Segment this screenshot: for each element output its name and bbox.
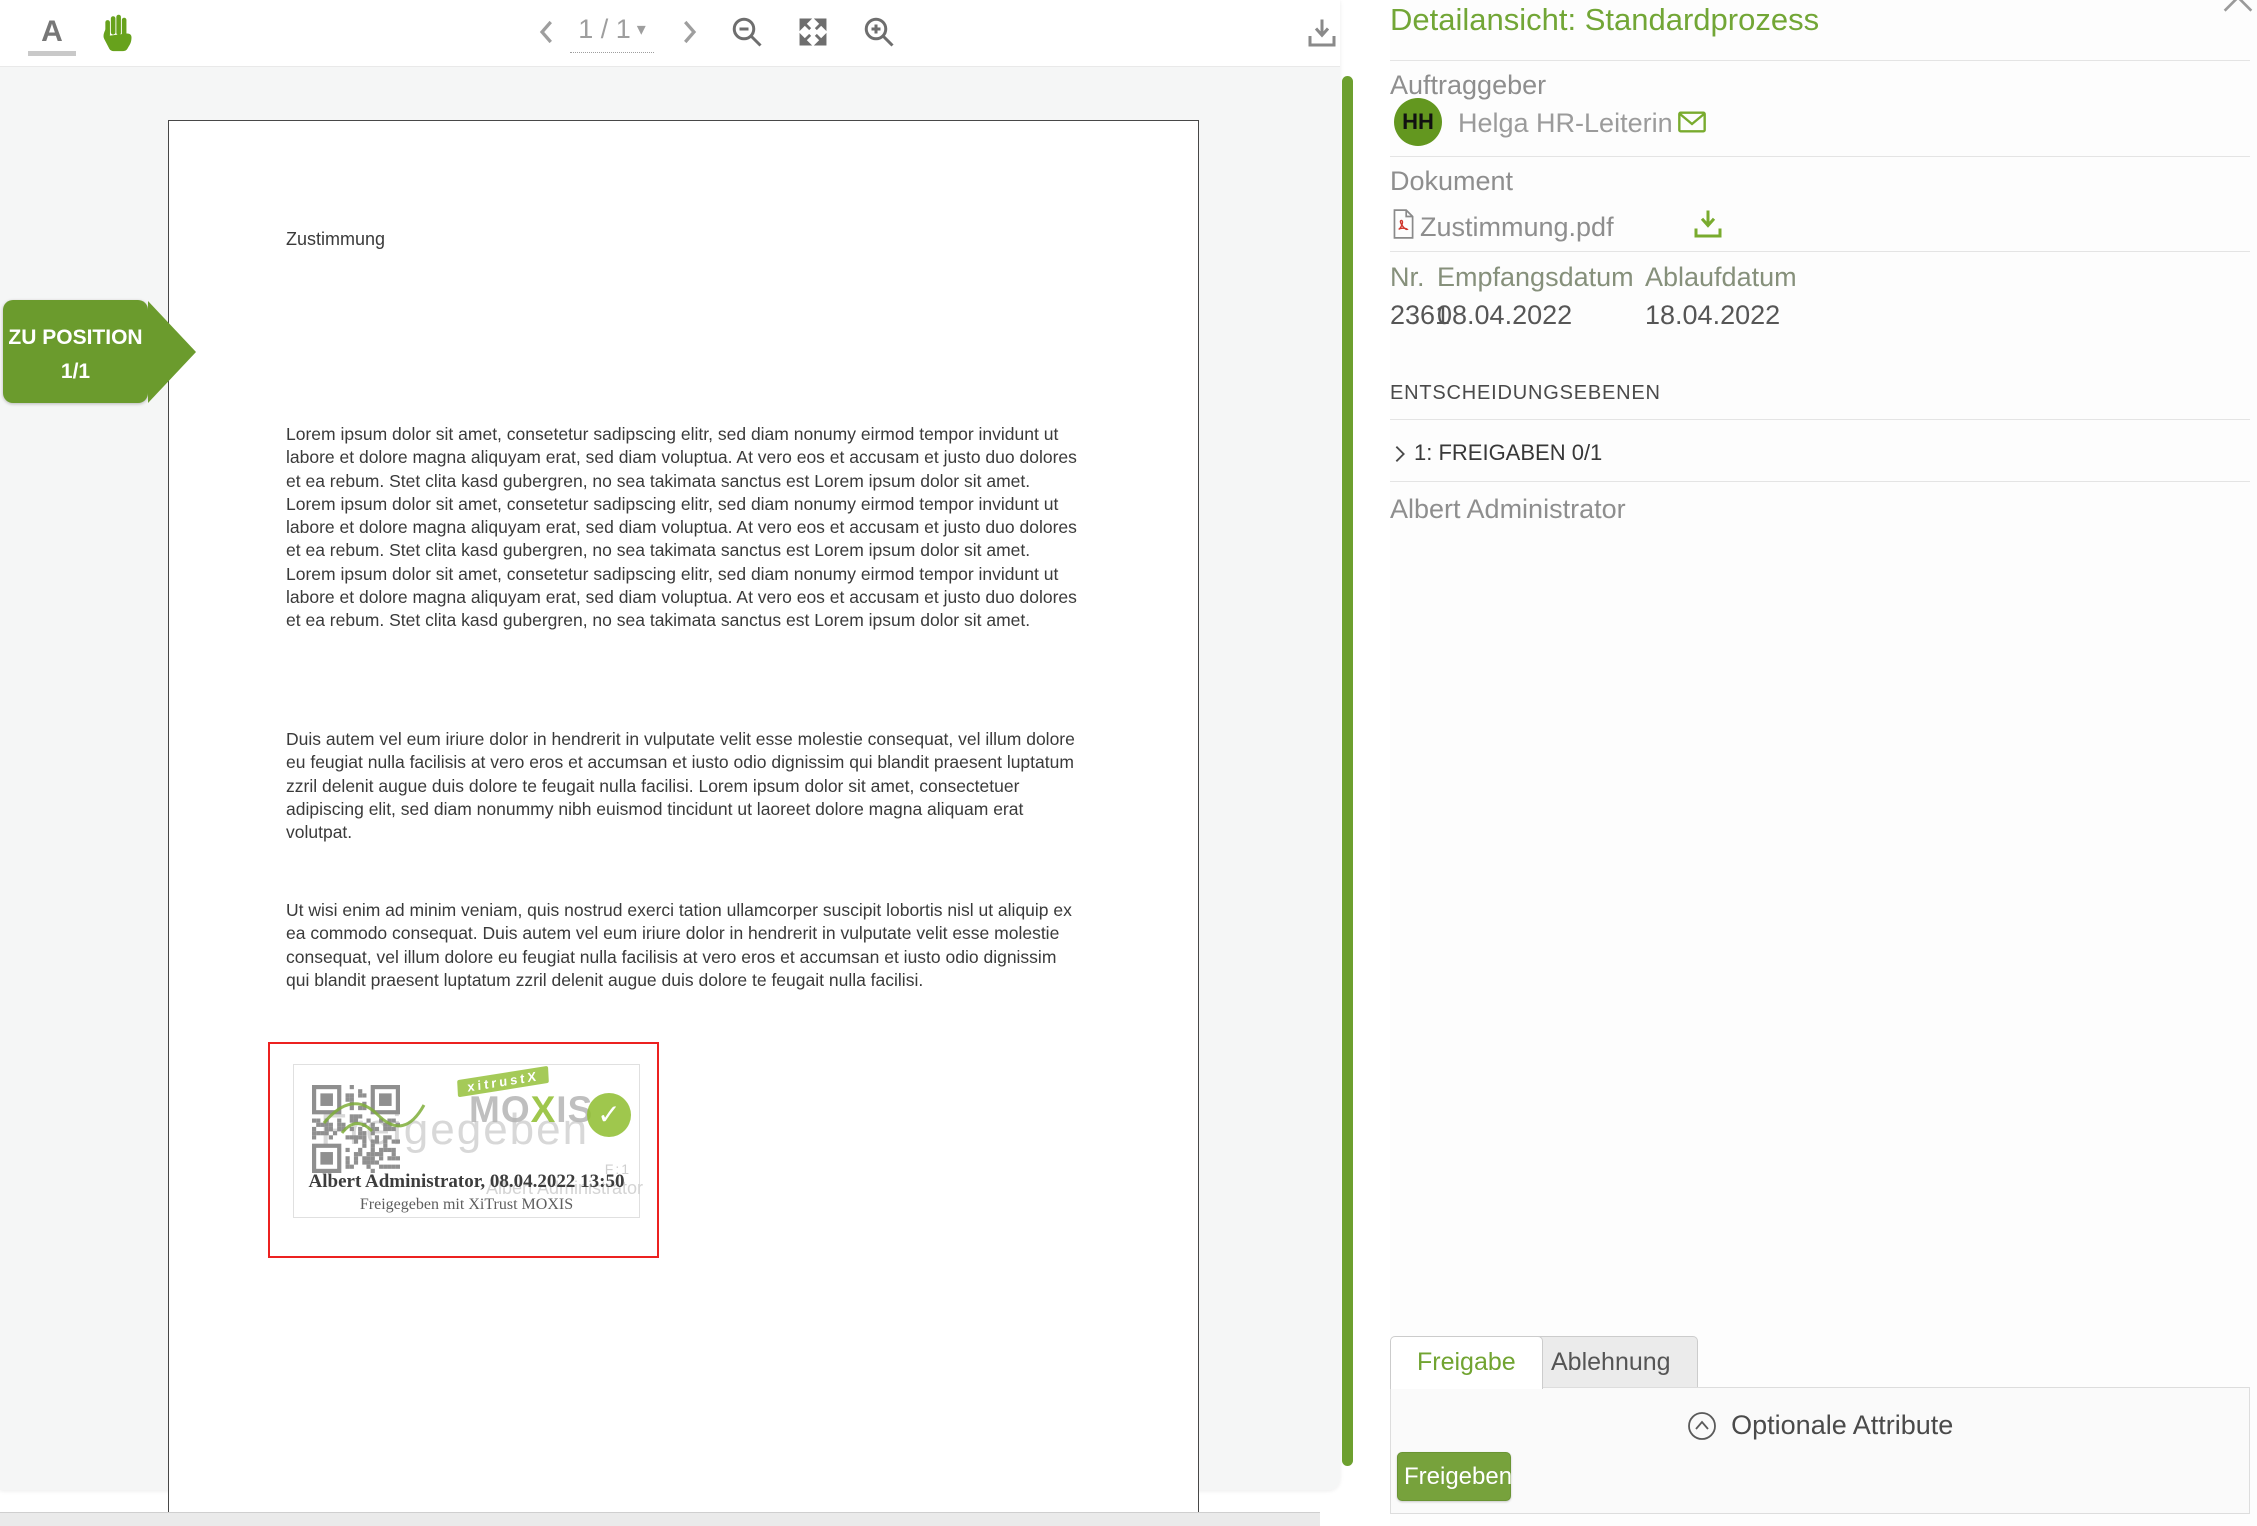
decision-level-label: 1: FREIGABEN 0/1: [1414, 440, 1602, 466]
download-document-icon[interactable]: [1302, 14, 1342, 54]
meta-value-received: 08.04.2022: [1437, 300, 1572, 331]
document-paragraph: Ut wisi enim ad minim veniam, quis nostr…: [286, 899, 1081, 992]
text-tool-button[interactable]: A: [28, 12, 76, 56]
email-icon[interactable]: [1676, 106, 1708, 138]
zoom-in-icon[interactable]: [860, 14, 898, 52]
divider: [1390, 481, 2250, 482]
signature-scribble-icon: [312, 1079, 432, 1159]
hand-pan-tool-icon[interactable]: [94, 8, 142, 58]
client-name: Helga HR-Leiterin: [1458, 108, 1673, 139]
go-to-position-badge[interactable]: ZU POSITION 1/1: [3, 300, 148, 403]
approve-button[interactable]: Freigeben: [1397, 1452, 1511, 1501]
fullscreen-icon[interactable]: [794, 14, 832, 52]
signature-position-box[interactable]: Freigegeben xitrustX MOXIS ✓ F:1 Albert …: [268, 1042, 659, 1258]
stamp-caption: Freigegeben mit XiTrust MOXIS: [294, 1196, 639, 1214]
document-viewer-panel: A 1 / 1 ▾: [0, 0, 1340, 1490]
meta-header-nr: Nr.: [1390, 262, 1425, 293]
detail-panel: Detailansicht: Standardprozess Auftragge…: [1390, 0, 2257, 1526]
document-title: Zustimmung: [286, 229, 385, 250]
page-indicator-dropdown[interactable]: 1 / 1 ▾: [570, 14, 654, 53]
meta-header-expiry: Ablaufdatum: [1645, 262, 1797, 293]
position-badge-line2: 1/1: [3, 360, 148, 384]
document-paragraph: Lorem ipsum dolor sit amet, consetetur s…: [286, 423, 1081, 633]
pdf-file-icon: [1390, 208, 1416, 240]
chevron-up-circle-icon: [1687, 1411, 1717, 1441]
stamp-signer-line: Albert Administrator, 08.04.2022 13:50: [294, 1171, 639, 1193]
moxis-logo: xitrustX MOXIS ✓: [455, 1073, 633, 1147]
detail-panel-title: Detailansicht: Standardprozess: [1390, 2, 1819, 38]
moxis-wordmark: MOXIS: [469, 1089, 593, 1131]
signature-stamp: Freigegeben xitrustX MOXIS ✓ F:1 Albert …: [293, 1064, 640, 1218]
chevron-right-icon: [1390, 443, 1410, 465]
optional-attributes-toggle[interactable]: Optionale Attribute: [1391, 1410, 2249, 1441]
position-badge-line1: ZU POSITION: [3, 326, 148, 350]
caret-down-icon: ▾: [637, 19, 646, 40]
divider: [1390, 251, 2250, 252]
viewer-content-area: Zustimmung Lorem ipsum dolor sit amet, c…: [0, 67, 1340, 1490]
meta-value-expiry: 18.04.2022: [1645, 300, 1780, 331]
document-filename-link[interactable]: Zustimmung.pdf: [1420, 212, 1614, 243]
zoom-out-icon[interactable]: [728, 14, 766, 52]
horizontal-scrollbar[interactable]: [0, 1512, 1320, 1526]
vertical-scrollbar-thumb[interactable]: [1342, 76, 1353, 1466]
optional-attributes-label: Optionale Attribute: [1731, 1410, 1953, 1440]
check-circle-icon: ✓: [587, 1093, 631, 1137]
decision-levels-heading: ENTSCHEIDUNGSEBENEN: [1390, 382, 1661, 405]
next-page-button[interactable]: [672, 16, 706, 50]
client-section-label: Auftraggeber: [1390, 70, 1546, 101]
document-paragraph: Duis autem vel eum iriure dolor in hendr…: [286, 728, 1081, 844]
collapse-panel-chevron-icon[interactable]: [2218, 0, 2257, 24]
divider: [1390, 60, 2250, 61]
download-file-icon[interactable]: [1690, 206, 1726, 242]
tab-freigabe[interactable]: Freigabe: [1390, 1336, 1543, 1389]
divider: [1390, 156, 2250, 157]
approver-name: Albert Administrator: [1390, 494, 1626, 525]
avatar: HH: [1394, 98, 1442, 146]
previous-page-button[interactable]: [530, 16, 564, 50]
freigabe-tab-panel: Optionale Attribute: [1390, 1387, 2250, 1514]
divider: [1390, 419, 2250, 420]
app-window: A 1 / 1 ▾: [0, 0, 2257, 1526]
pdf-page: Zustimmung Lorem ipsum dolor sit amet, c…: [168, 120, 1199, 1515]
page-indicator-label: 1 / 1: [578, 14, 631, 44]
document-section-label: Dokument: [1390, 166, 1513, 197]
meta-header-received: Empfangsdatum: [1437, 262, 1634, 293]
tab-ablehnung[interactable]: Ablehnung: [1524, 1336, 1698, 1387]
viewer-toolbar: A 1 / 1 ▾: [0, 0, 1340, 67]
